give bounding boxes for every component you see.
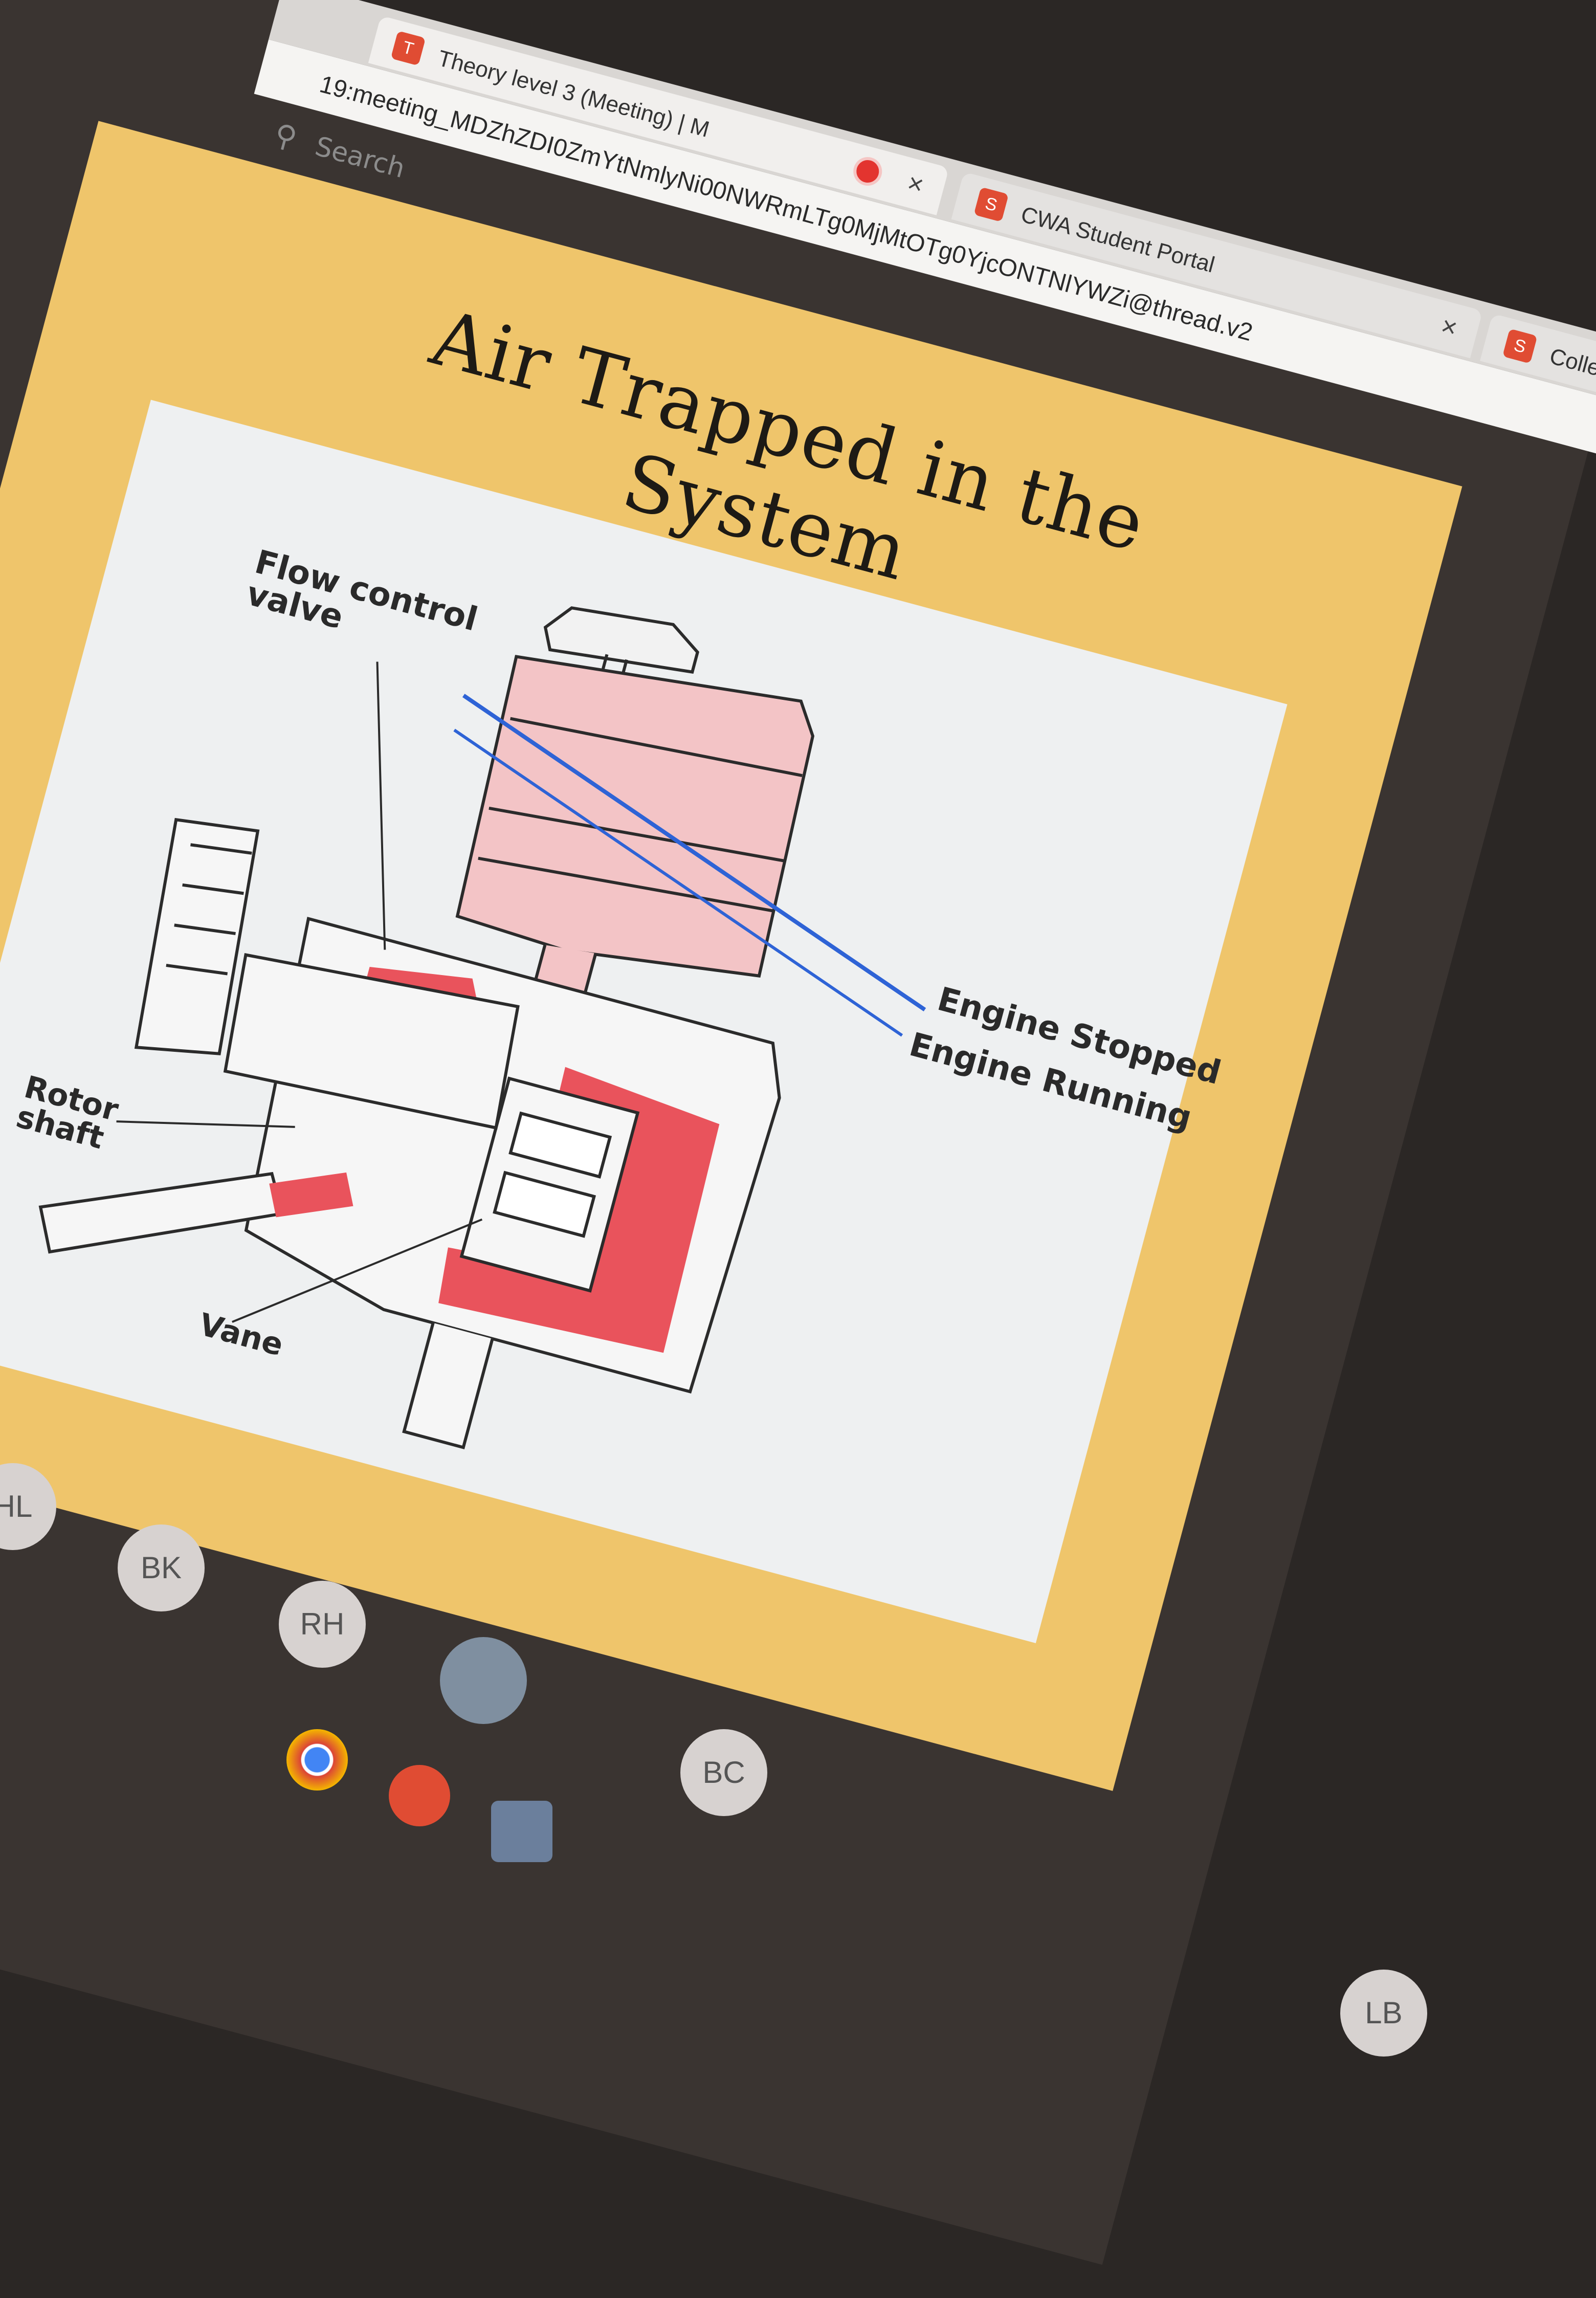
close-tab-icon[interactable]: × [1438,311,1461,344]
participant-avatar[interactable]: BK [118,1524,205,1611]
search-placeholder: Search [312,131,408,185]
chrome-icon[interactable] [286,1729,348,1791]
college-icon: S [1502,328,1538,364]
tab-label: College [1547,343,1596,388]
monitor-screen: T Theory level 3 (Meeting) | M × S CWA S… [0,0,1596,2265]
presentation-slide: Air Trapped in the System Flow control v… [0,121,1462,1791]
flow-valve-leader [376,661,386,950]
teams-icon: T [390,30,426,66]
participant-avatar[interactable]: RH [279,1581,366,1668]
recording-indicator-icon [854,158,882,185]
app-window-icon[interactable] [491,1801,552,1862]
participant-avatar[interactable]: BC [680,1729,767,1816]
close-tab-icon[interactable]: × [904,167,927,201]
portal-app-icon[interactable] [389,1765,450,1826]
self-video-avatar[interactable] [440,1637,527,1724]
portal-icon: S [973,187,1009,222]
participant-avatar[interactable]: LB [1340,1970,1427,2057]
search-icon: ⚲ [271,116,301,156]
